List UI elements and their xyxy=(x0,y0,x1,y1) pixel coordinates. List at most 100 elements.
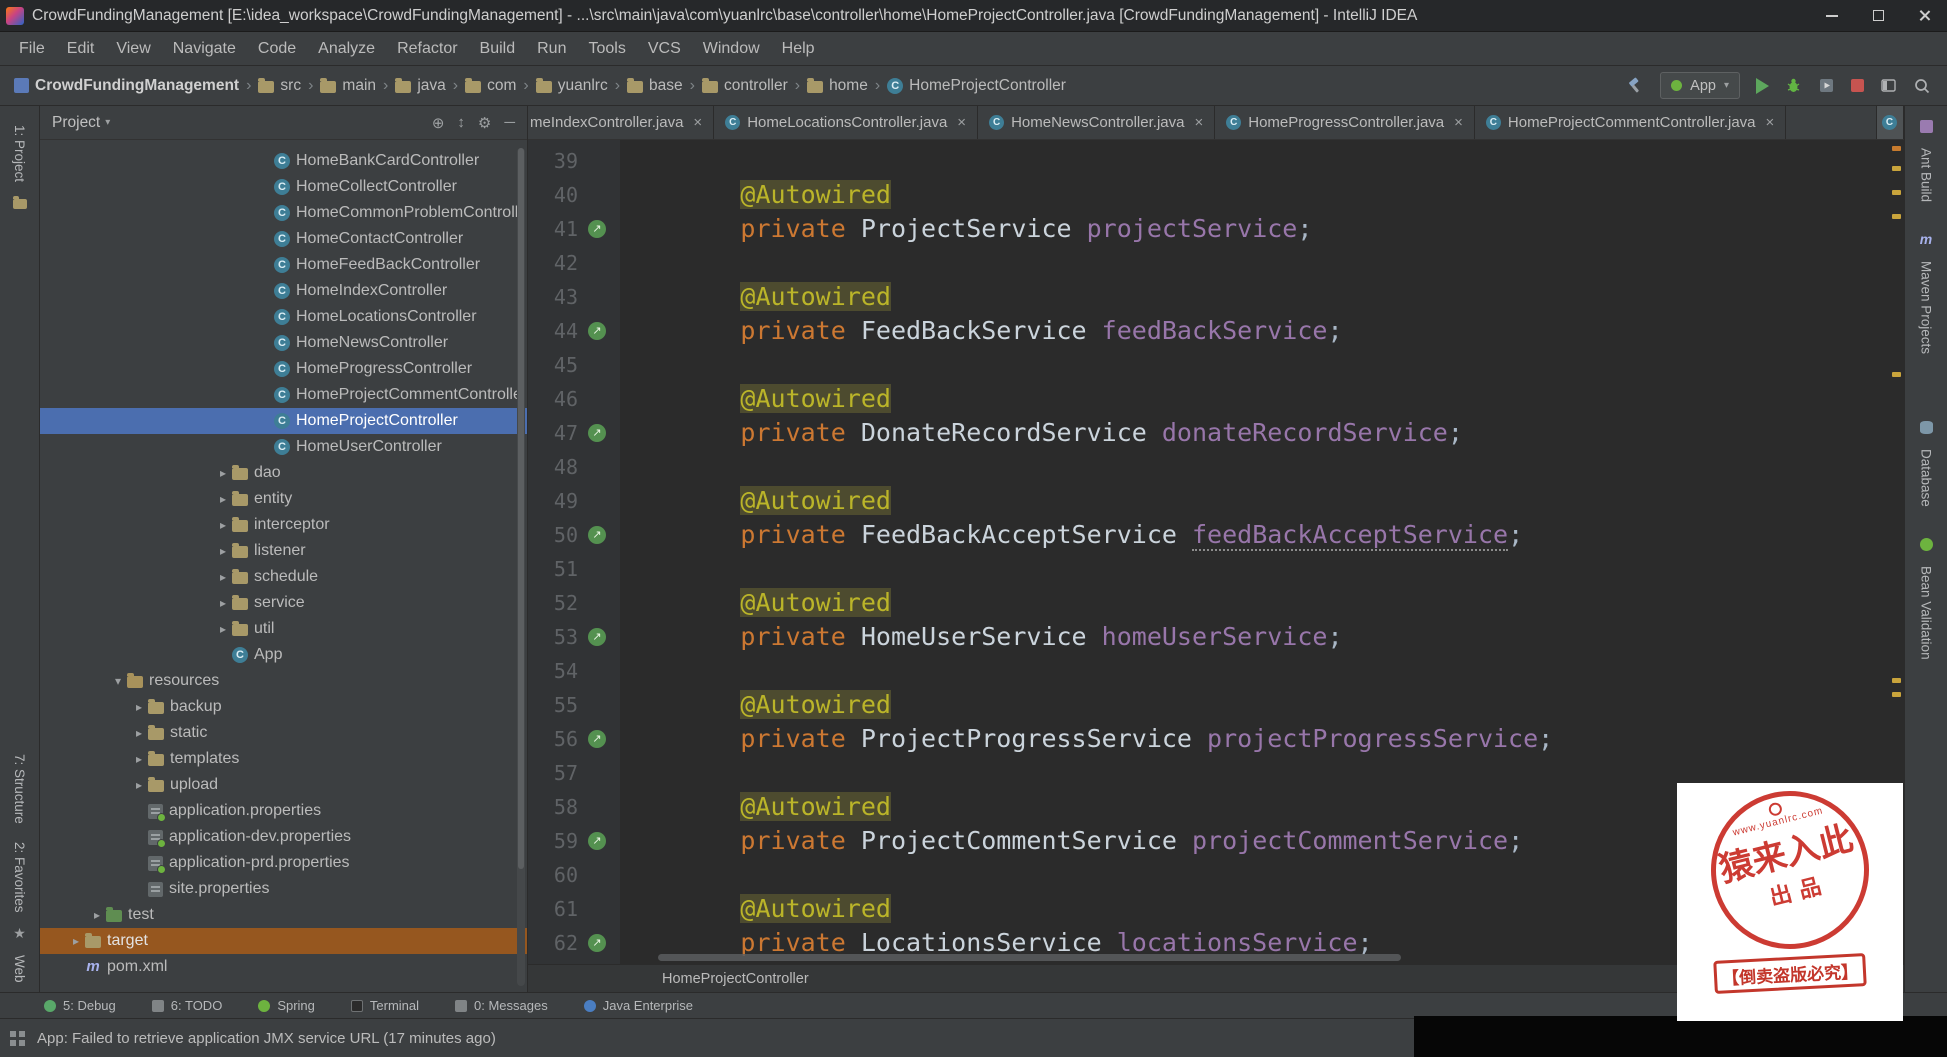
tool-button-0-messages[interactable]: 0: Messages xyxy=(455,998,548,1013)
chevron-down-icon[interactable]: ▾ xyxy=(105,117,110,128)
code-line-50[interactable]: 50 ↗ private FeedBackAcceptService feedBa… xyxy=(528,518,1904,552)
chevron-right-icon[interactable]: ▸ xyxy=(130,700,148,714)
gutter[interactable]: 58 xyxy=(528,795,620,819)
chevron-right-icon[interactable]: ▸ xyxy=(130,778,148,792)
tree-item-application-prd-properties[interactable]: application-prd.properties xyxy=(40,850,527,876)
tab-homeprojectcommentcontroller-java[interactable]: C HomeProjectCommentController.java × xyxy=(1475,106,1787,139)
tree-item-util[interactable]: ▸ util xyxy=(40,616,527,642)
search-button[interactable] xyxy=(1913,77,1931,95)
breadcrumb-item-src[interactable]: src xyxy=(258,77,301,95)
tree-item-schedule[interactable]: ▸ schedule xyxy=(40,564,527,590)
tool-tab-maven-projects[interactable]: m Maven Projects xyxy=(1919,232,1934,363)
tree-item-entity[interactable]: ▸ entity xyxy=(40,486,527,512)
chevron-right-icon[interactable]: ▸ xyxy=(214,596,232,610)
code-line-40[interactable]: 40 @Autowired xyxy=(528,178,1904,212)
tree-item-homenewscontroller[interactable]: C HomeNewsController xyxy=(40,330,527,356)
expand-collapse-button[interactable]: ↕ xyxy=(457,114,465,132)
build-hammer-button[interactable] xyxy=(1626,77,1644,95)
gutter[interactable]: 50 ↗ xyxy=(528,523,620,547)
tree-item-resources[interactable]: ▾ resources xyxy=(40,668,527,694)
breadcrumb-item-base[interactable]: base xyxy=(627,77,683,95)
code-line-52[interactable]: 52 @Autowired xyxy=(528,586,1904,620)
gutter[interactable]: 48 xyxy=(528,455,620,479)
menu-view[interactable]: View xyxy=(105,40,161,58)
close-button[interactable] xyxy=(1901,0,1947,31)
spring-bean-icon[interactable]: ↗ xyxy=(588,220,606,238)
gutter[interactable]: 39 xyxy=(528,149,620,173)
menu-vcs[interactable]: VCS xyxy=(637,40,692,58)
tool-button-5-debug[interactable]: 5: Debug xyxy=(44,998,116,1013)
tree-item-homeindexcontroller[interactable]: C HomeIndexController xyxy=(40,278,527,304)
chevron-right-icon[interactable]: ▸ xyxy=(214,518,232,532)
gutter[interactable]: 53 ↗ xyxy=(528,625,620,649)
gutter[interactable]: 55 xyxy=(528,693,620,717)
tab-meindexcontroller-java[interactable]: meIndexController.java × xyxy=(528,106,715,139)
code-line-44[interactable]: 44 ↗ private FeedBackService feedBackServ… xyxy=(528,314,1904,348)
tool-tab-ant-build[interactable]: Ant Build xyxy=(1919,120,1934,211)
run-config-select[interactable]: App ▾ xyxy=(1660,72,1740,99)
gutter[interactable]: 45 xyxy=(528,353,620,377)
tool-tab-2-favorites[interactable]: 2: Favorites xyxy=(12,833,27,922)
tree-item-homeprojectcontroller[interactable]: C HomeProjectController xyxy=(40,408,527,434)
chevron-right-icon[interactable]: ▸ xyxy=(130,726,148,740)
tree-item-test[interactable]: ▸ test xyxy=(40,902,527,928)
code-line-55[interactable]: 55 @Autowired xyxy=(528,688,1904,722)
layout-button[interactable] xyxy=(1880,77,1897,94)
tree-item-app[interactable]: C App xyxy=(40,642,527,668)
debug-button[interactable] xyxy=(1785,77,1802,94)
code-line-54[interactable]: 54 xyxy=(528,654,1904,688)
menu-code[interactable]: Code xyxy=(247,40,307,58)
tree-item-target[interactable]: ▸ target xyxy=(40,928,527,954)
chevron-right-icon[interactable]: ▸ xyxy=(214,544,232,558)
tree-item-backup[interactable]: ▸ backup xyxy=(40,694,527,720)
tab-homenewscontroller-java[interactable]: C HomeNewsController.java × xyxy=(978,106,1216,139)
menu-help[interactable]: Help xyxy=(771,40,826,58)
menu-tools[interactable]: Tools xyxy=(577,40,636,58)
close-tab-icon[interactable]: × xyxy=(957,114,966,131)
stripe-mark[interactable] xyxy=(1892,692,1901,697)
tool-button-6-todo[interactable]: 6: TODO xyxy=(151,998,222,1013)
chevron-right-icon[interactable]: ▸ xyxy=(214,492,232,506)
menu-file[interactable]: File xyxy=(8,40,56,58)
close-tab-icon[interactable]: × xyxy=(1766,114,1775,131)
tree-item-homecontactcontroller[interactable]: C HomeContactController xyxy=(40,226,527,252)
horizontal-scrollbar[interactable] xyxy=(658,954,1402,961)
active-tab-partial[interactable]: C xyxy=(1876,106,1904,139)
tree-item-homecollectcontroller[interactable]: C HomeCollectController xyxy=(40,174,527,200)
tab-homelocationscontroller-java[interactable]: C HomeLocationsController.java × xyxy=(714,106,979,139)
menu-navigate[interactable]: Navigate xyxy=(162,40,247,58)
close-tab-icon[interactable]: × xyxy=(1454,114,1463,131)
breadcrumb-item-homeprojectcontroller[interactable]: C HomeProjectController xyxy=(887,77,1066,95)
stop-button[interactable] xyxy=(1851,79,1864,92)
gutter[interactable]: 51 xyxy=(528,557,620,581)
gutter[interactable]: 43 xyxy=(528,285,620,309)
tree-item-homelocationscontroller[interactable]: C HomeLocationsController xyxy=(40,304,527,330)
tool-tab-web[interactable]: Web xyxy=(12,946,27,992)
tree-item-homeprojectcommentcontrolle[interactable]: C HomeProjectCommentControlle xyxy=(40,382,527,408)
stripe-mark[interactable] xyxy=(1892,678,1901,683)
tool-tab-1-project[interactable]: 1: Project xyxy=(12,116,27,191)
breadcrumb-item-home[interactable]: home xyxy=(807,77,868,95)
panel-settings-button[interactable]: ⚙ xyxy=(478,114,491,132)
tree-item-homebankcardcontroller[interactable]: C HomeBankCardController xyxy=(40,148,527,174)
gutter[interactable]: 44 ↗ xyxy=(528,319,620,343)
chevron-down-icon[interactable]: ▾ xyxy=(109,674,127,688)
chevron-right-icon[interactable]: ▸ xyxy=(88,908,106,922)
tree-item-listener[interactable]: ▸ listener xyxy=(40,538,527,564)
run-button[interactable] xyxy=(1756,77,1769,94)
chevron-right-icon[interactable]: ▸ xyxy=(214,570,232,584)
tree-item-interceptor[interactable]: ▸ interceptor xyxy=(40,512,527,538)
tool-button-spring[interactable]: Spring xyxy=(258,998,315,1013)
gutter[interactable]: 40 xyxy=(528,183,620,207)
minimize-button[interactable] xyxy=(1809,0,1855,31)
tool-button-java-enterprise[interactable]: Java Enterprise xyxy=(583,998,693,1013)
tree-item-pom-xml[interactable]: m pom.xml xyxy=(40,954,527,980)
code-line-56[interactable]: 56 ↗ private ProjectProgressService proje… xyxy=(528,722,1904,756)
project-scrollbar[interactable] xyxy=(517,148,525,986)
tree-item-homeusercontroller[interactable]: C HomeUserController xyxy=(40,434,527,460)
menu-refactor[interactable]: Refactor xyxy=(386,40,468,58)
code-line-45[interactable]: 45 xyxy=(528,348,1904,382)
stripe-mark[interactable] xyxy=(1892,372,1901,377)
chevron-right-icon[interactable]: ▸ xyxy=(214,622,232,636)
gutter[interactable]: 49 xyxy=(528,489,620,513)
